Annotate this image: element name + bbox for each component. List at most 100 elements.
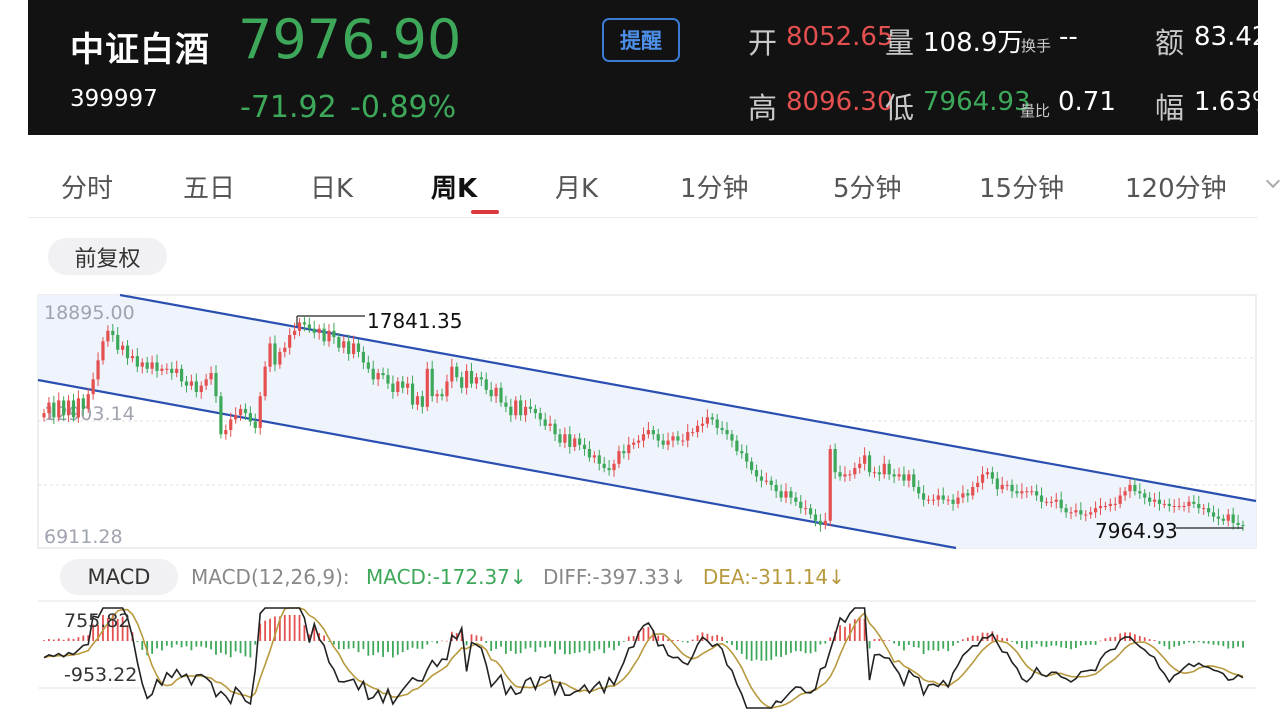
- macd-bar: [676, 639, 679, 641]
- candle-body: [1143, 493, 1147, 498]
- candle-body: [371, 368, 375, 380]
- candle-body: [1162, 503, 1166, 505]
- macd-bar: [883, 640, 886, 641]
- candle-body: [351, 343, 356, 355]
- macd-bar: [465, 641, 468, 646]
- macd-indicator-button[interactable]: MACD: [60, 559, 178, 595]
- candle-body: [455, 366, 459, 378]
- macd-bar: [770, 641, 773, 660]
- macd-bar: [1109, 637, 1112, 641]
- candle-body: [489, 389, 493, 397]
- candle-body: [558, 434, 562, 443]
- candle-body: [332, 330, 336, 338]
- macd-bar: [156, 641, 158, 649]
- macd-bar: [829, 637, 832, 641]
- macd-bar: [618, 641, 620, 646]
- macd-bar: [372, 641, 375, 656]
- candle-body: [882, 463, 886, 475]
- candle-body: [268, 343, 272, 367]
- macd-bar: [971, 635, 974, 641]
- macd-histogram: [43, 615, 1244, 661]
- candle-body: [52, 402, 56, 418]
- macd-bar: [888, 640, 891, 641]
- candle-body: [931, 499, 936, 501]
- candle-body: [1103, 506, 1108, 508]
- macd-bar: [180, 641, 183, 648]
- candle-body: [548, 423, 552, 426]
- macd-bar: [1084, 641, 1087, 646]
- macd-bar: [549, 641, 552, 647]
- macd-bar: [765, 641, 768, 661]
- macd-bar: [396, 641, 399, 655]
- macd-bar: [367, 641, 370, 656]
- candle-body: [1113, 503, 1117, 505]
- candle-body: [214, 373, 218, 397]
- macd-bar: [141, 641, 144, 650]
- candle-body: [170, 368, 174, 374]
- macd-bar: [947, 641, 950, 652]
- candle-body: [720, 427, 724, 431]
- candle-body: [194, 381, 198, 393]
- candle-body: [789, 491, 793, 498]
- macd-bar: [735, 641, 738, 651]
- macd-bar: [1006, 638, 1009, 641]
- candle-body: [725, 430, 729, 435]
- candle-body: [1010, 484, 1014, 492]
- candle-body: [902, 474, 906, 481]
- candle-body: [808, 508, 813, 515]
- macd-bar: [500, 641, 502, 647]
- candle-body: [376, 373, 380, 380]
- macd-bar: [731, 641, 733, 645]
- macd-bar: [298, 615, 301, 641]
- candle-body: [263, 366, 267, 397]
- macd-bar: [1045, 641, 1048, 648]
- macd-bar: [264, 620, 267, 641]
- macd-bar: [1133, 634, 1136, 641]
- macd-bar: [190, 641, 193, 651]
- macd-bar: [254, 641, 257, 645]
- candle-body: [897, 474, 901, 477]
- candle-body: [1039, 495, 1044, 502]
- candle-body: [872, 472, 877, 474]
- macd-bar: [578, 641, 581, 653]
- macd-upper-label: 755.82: [64, 610, 130, 632]
- macd-bar: [229, 641, 232, 658]
- macd-bar: [780, 641, 782, 657]
- candle-body: [1148, 497, 1152, 502]
- macd-bar: [1099, 640, 1102, 642]
- macd-bar: [72, 638, 75, 641]
- candle-body: [209, 373, 213, 380]
- macd-bar: [603, 641, 606, 654]
- macd-bar: [1094, 641, 1097, 645]
- macd-bar: [662, 635, 665, 641]
- candle-body: [474, 377, 479, 384]
- candle-body: [1059, 499, 1063, 509]
- candle-body: [386, 375, 390, 384]
- candle-body: [464, 370, 469, 388]
- macd-bar: [721, 636, 724, 641]
- candle-body: [912, 474, 916, 488]
- candle-body: [695, 425, 700, 433]
- candle-body: [342, 341, 346, 348]
- kline-chart[interactable]: 18895.0012903.146911.2817841.357964.9375…: [0, 0, 1280, 720]
- candle-body: [229, 419, 233, 431]
- macd-bar: [1178, 641, 1181, 646]
- macd-bar: [568, 641, 571, 655]
- candle-body: [494, 387, 498, 397]
- macd-bar: [514, 641, 517, 654]
- candle-body: [1216, 516, 1221, 519]
- candle-body: [224, 430, 228, 435]
- macd-bar: [1232, 641, 1235, 649]
- candle-body: [754, 470, 759, 477]
- macd-bar: [495, 641, 497, 649]
- macd-bar: [922, 641, 925, 655]
- candle-body: [401, 381, 405, 388]
- macd-bar: [426, 641, 429, 645]
- candle-body: [592, 455, 596, 458]
- macd-bar: [681, 641, 684, 642]
- candle-body: [406, 383, 410, 388]
- macd-bar: [1055, 641, 1058, 646]
- candle-body: [1152, 499, 1157, 502]
- macd-bar: [563, 641, 566, 655]
- candle-body: [150, 362, 154, 369]
